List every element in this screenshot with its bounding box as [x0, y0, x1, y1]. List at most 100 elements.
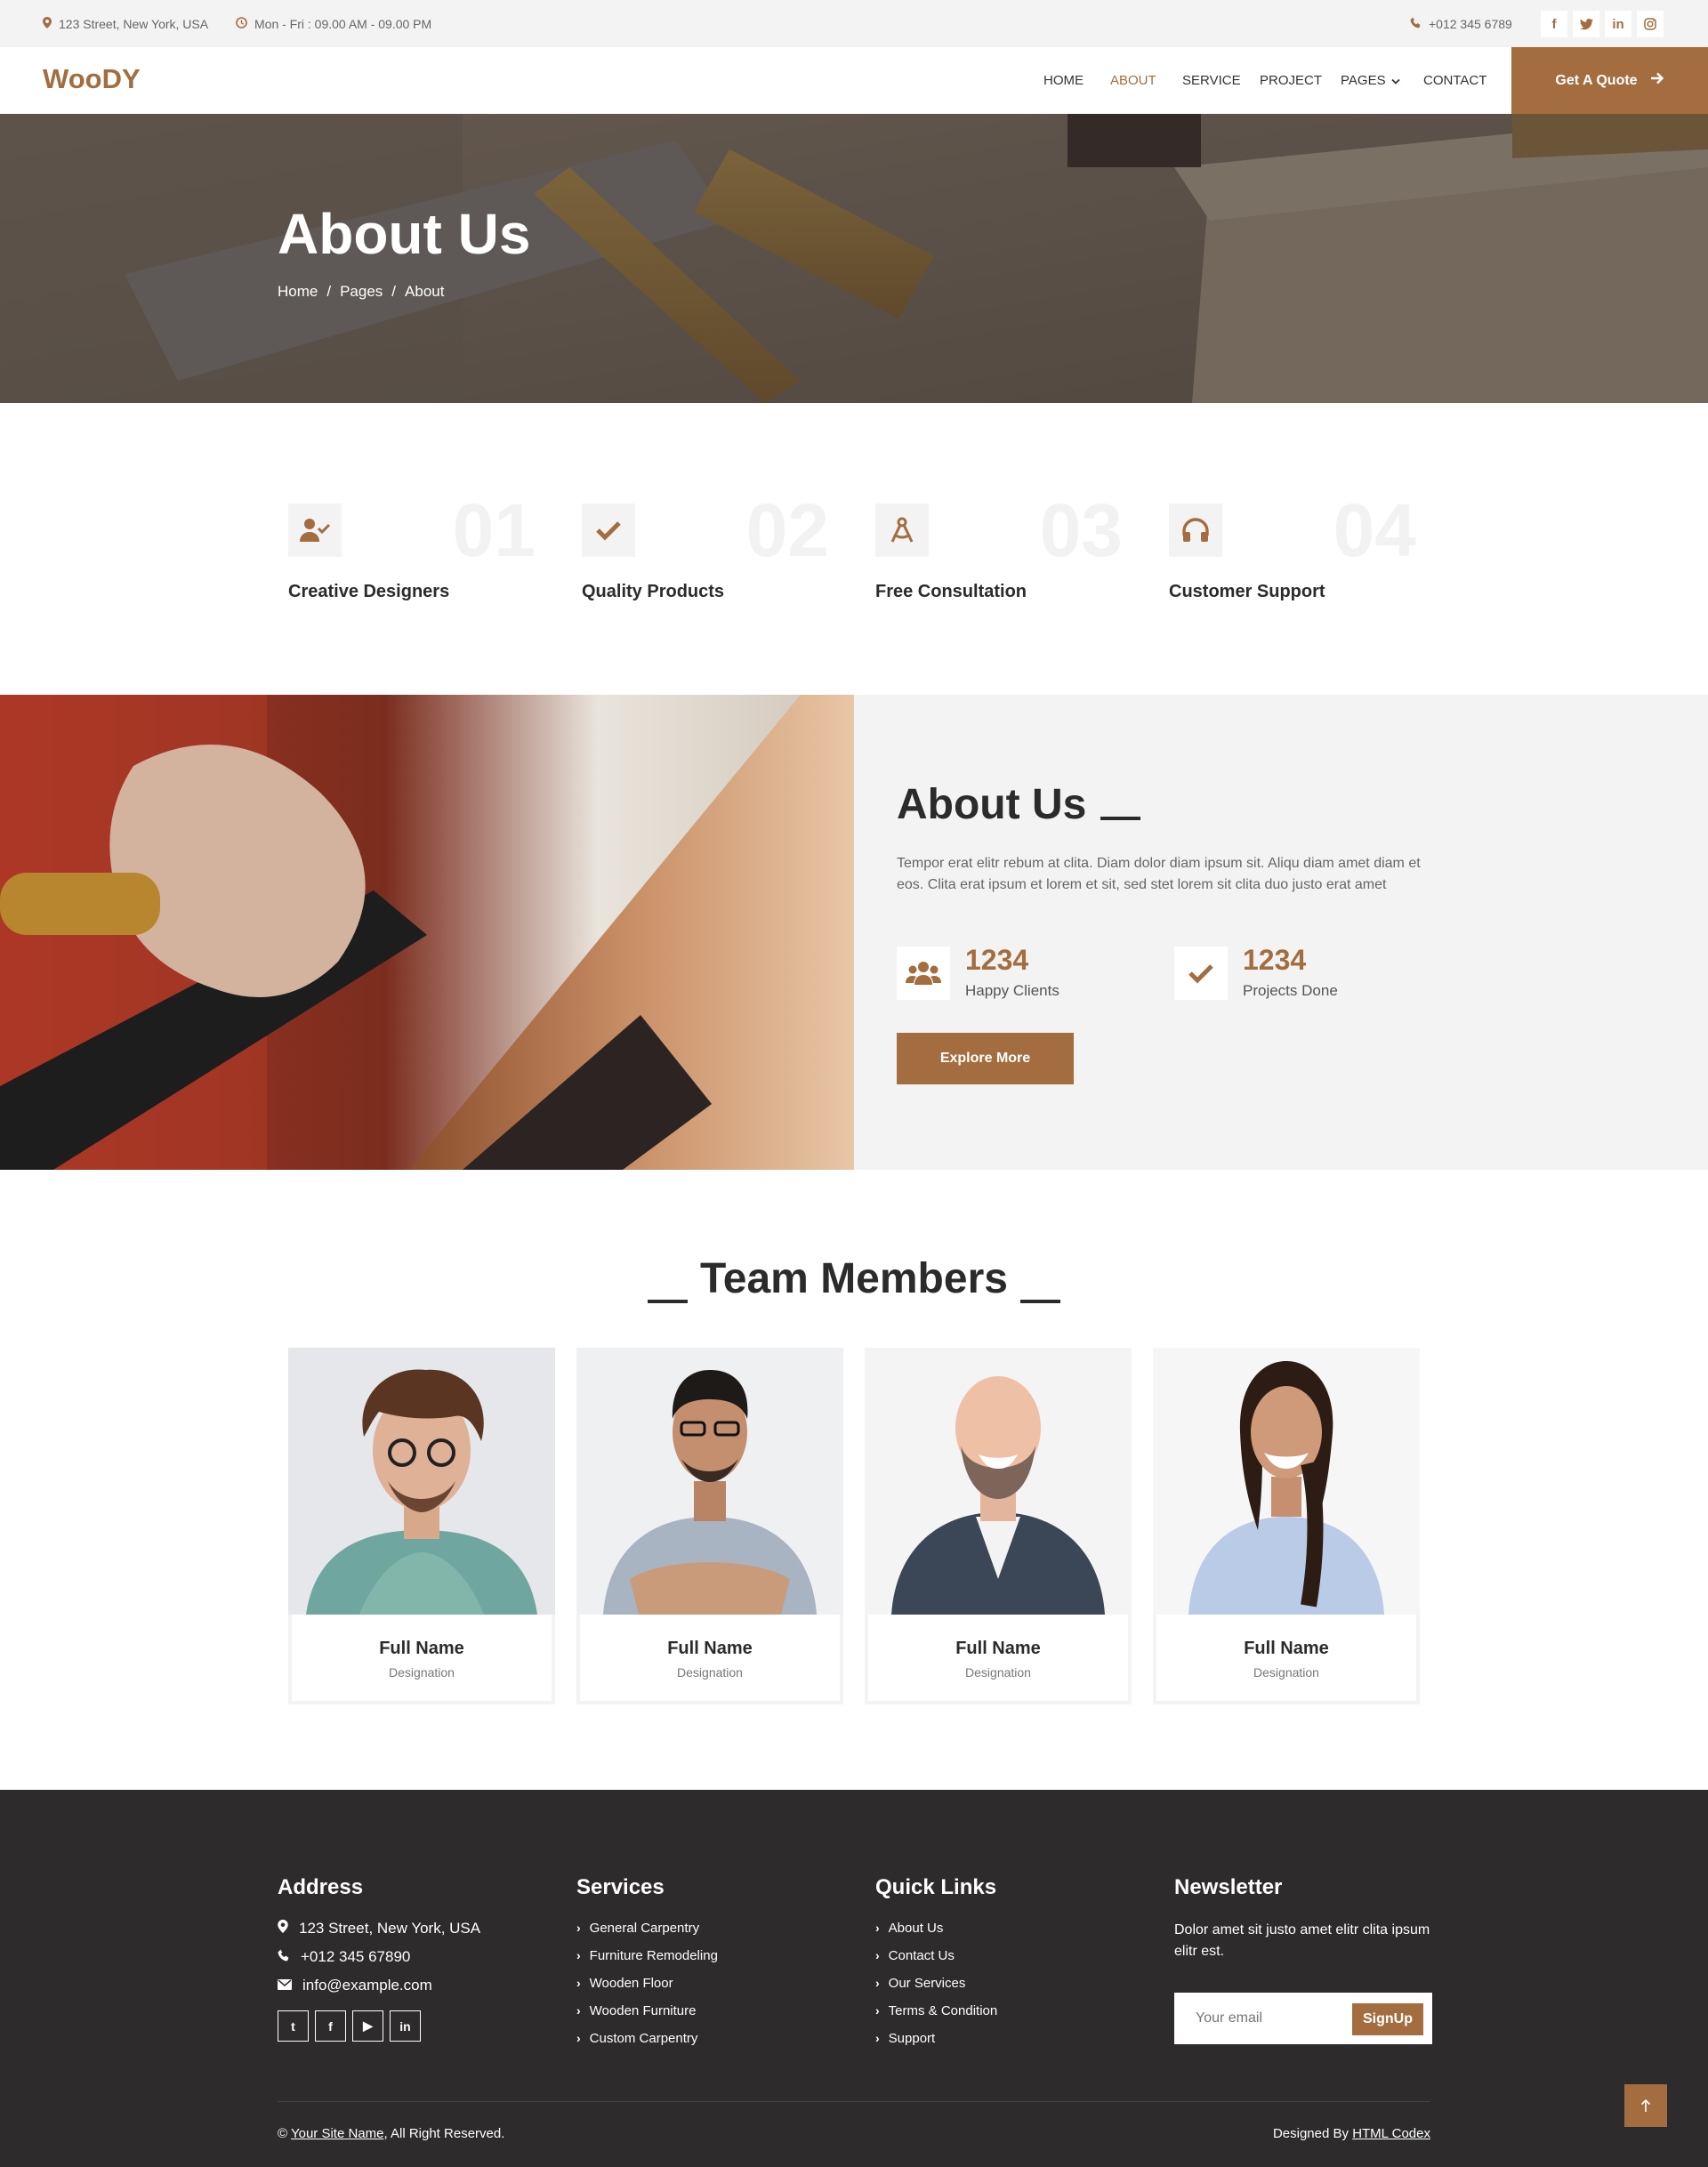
- newsletter-form: SignUp: [1174, 1993, 1432, 2044]
- feature-number: 02: [745, 488, 829, 572]
- team-member-photo: [288, 1348, 555, 1615]
- instagram-icon[interactable]: [1637, 11, 1664, 37]
- twitter-icon[interactable]: t: [278, 2010, 309, 2042]
- stat-number: 1234: [965, 944, 1029, 976]
- team-member-card[interactable]: Full Name Designation: [288, 1348, 555, 1704]
- chevron-right-icon: ›: [875, 1921, 880, 1935]
- facebook-icon[interactable]: f: [1541, 11, 1567, 37]
- nav-home[interactable]: HOME: [1043, 47, 1084, 114]
- chevron-right-icon: ›: [576, 2031, 581, 2045]
- footer-link[interactable]: › Terms & Condition: [875, 2002, 1142, 2018]
- linkedin-icon[interactable]: in: [390, 2010, 421, 2042]
- chevron-right-icon: ›: [875, 1948, 880, 1962]
- topbar-hours: Mon - Fri : 09.00 AM - 09.00 PM: [236, 0, 431, 47]
- footer-newsletter-column: Newsletter Dolor amet sit justo amet eli…: [1174, 1875, 1441, 2044]
- footer-email-text: info@example.com: [302, 1977, 432, 1994]
- feature-item: 04 Customer Support: [1169, 493, 1436, 610]
- arrow-up-icon: [1640, 2099, 1651, 2112]
- back-to-top-button[interactable]: [1624, 2084, 1667, 2127]
- chevron-right-icon: ›: [576, 1948, 581, 1962]
- arrow-right-icon: [1650, 72, 1664, 89]
- top-bar: 123 Street, New York, USA Mon - Fri : 09…: [0, 0, 1708, 47]
- chevron-right-icon: ›: [875, 2003, 880, 2018]
- breadcrumb: Home / Pages / About: [278, 283, 444, 301]
- nav-service[interactable]: SERVICE: [1182, 47, 1241, 114]
- team-member-designation: Designation: [965, 1665, 1031, 1680]
- footer: Address 123 Street, New York, USA +012 3…: [0, 1790, 1708, 2167]
- team-heading-text: Team Members: [700, 1255, 1008, 1302]
- team-member-info: Full Name Designation: [288, 1615, 555, 1704]
- site-logo[interactable]: WooDY: [43, 63, 141, 95]
- feature-title: Quality Products: [582, 582, 725, 601]
- breadcrumb-home[interactable]: Home: [278, 283, 318, 301]
- feature-number: 04: [1333, 488, 1416, 572]
- footer-link[interactable]: › Our Services: [875, 1975, 1142, 1991]
- user-check-icon: [288, 503, 342, 557]
- footer-link[interactable]: › Wooden Floor: [576, 1975, 843, 1991]
- team-member-info: Full Name Designation: [865, 1615, 1132, 1704]
- woodturning-photo: [0, 695, 854, 1170]
- facebook-icon[interactable]: f: [315, 2010, 346, 2042]
- nav-project[interactable]: PROJECT: [1260, 47, 1322, 114]
- footer-address: 123 Street, New York, USA: [278, 1920, 544, 1937]
- get-quote-button[interactable]: Get A Quote: [1511, 47, 1708, 114]
- footer-link[interactable]: › General Carpentry: [576, 1920, 843, 1936]
- nav-pages[interactable]: PAGES: [1341, 47, 1400, 114]
- team-member-name: Full Name: [1244, 1639, 1329, 1658]
- footer-social: t f ▶ in: [278, 2010, 544, 2042]
- about-image: [0, 695, 854, 1170]
- footer-heading: Address: [278, 1875, 364, 1899]
- topbar-phone[interactable]: +012 345 6789: [1410, 0, 1512, 47]
- chevron-right-icon: ›: [576, 2003, 581, 2018]
- designer-link[interactable]: HTML Codex: [1352, 2126, 1430, 2141]
- footer-link[interactable]: › Wooden Furniture: [576, 2002, 843, 2018]
- team-member-name: Full Name: [379, 1639, 464, 1658]
- footer-email[interactable]: info@example.com: [278, 1977, 544, 1994]
- twitter-icon[interactable]: [1573, 11, 1599, 37]
- footer-link[interactable]: › Support: [875, 2030, 1142, 2046]
- footer-link[interactable]: › About Us: [875, 1920, 1142, 1936]
- footer-heading: Quick Links: [875, 1875, 997, 1899]
- youtube-icon[interactable]: ▶: [352, 2010, 383, 2042]
- chevron-down-icon: [1390, 73, 1400, 88]
- feature-number: 03: [1039, 488, 1123, 572]
- breadcrumb-pages[interactable]: Pages: [340, 283, 383, 301]
- map-marker-icon: [43, 16, 52, 31]
- chevron-right-icon: ›: [576, 1921, 581, 1935]
- feature-title: Customer Support: [1169, 582, 1325, 601]
- navbar: WooDY HOME ABOUT SERVICE PROJECT PAGES C…: [0, 47, 1708, 114]
- feature-title: Free Consultation: [875, 582, 1027, 601]
- explore-more-button[interactable]: Explore More: [897, 1033, 1074, 1084]
- about-description: Tempor erat elitr rebum at clita. Diam d…: [897, 856, 1421, 892]
- about-section: About Us Tempor erat elitr rebum at clit…: [854, 695, 1708, 1170]
- designer-credit: Designed By HTML Codex: [1272, 2126, 1430, 2141]
- nav-about[interactable]: ABOUT: [1110, 47, 1156, 114]
- check-icon: [1174, 947, 1228, 1000]
- team-member-card[interactable]: Full Name Designation: [576, 1348, 843, 1704]
- nav-contact[interactable]: CONTACT: [1423, 47, 1486, 114]
- team-member-photo: [1153, 1348, 1420, 1615]
- footer-phone[interactable]: +012 345 67890: [278, 1948, 544, 1966]
- footer-quick-links-column: Quick Links › About Us › Contact Us › Our S…: [875, 1875, 1142, 2058]
- footer-address-text: 123 Street, New York, USA: [299, 1920, 481, 1937]
- page-title: About Us: [278, 202, 531, 266]
- team-member-card[interactable]: Full Name Designation: [1153, 1348, 1420, 1704]
- team-member-card[interactable]: Full Name Designation: [865, 1348, 1132, 1704]
- linkedin-icon[interactable]: in: [1605, 11, 1631, 37]
- map-marker-icon: [278, 1920, 288, 1937]
- team-heading: Team Members: [0, 1254, 1708, 1303]
- newsletter-email-input[interactable]: [1174, 1993, 1352, 2044]
- users-icon: [897, 947, 950, 1000]
- site-name-link[interactable]: Your Site Name: [291, 2126, 384, 2141]
- feature-number: 01: [452, 488, 536, 572]
- footer-link[interactable]: › Contact Us: [875, 1947, 1142, 1963]
- breadcrumb-separator: /: [326, 283, 332, 300]
- team-member-info: Full Name Designation: [1153, 1615, 1420, 1704]
- team-member-photo: [576, 1348, 843, 1615]
- envelope-icon: [278, 1977, 292, 1994]
- footer-link[interactable]: › Furniture Remodeling: [576, 1947, 843, 1963]
- signup-button[interactable]: SignUp: [1352, 2003, 1423, 2035]
- footer-link[interactable]: › Custom Carpentry: [576, 2030, 843, 2046]
- feature-title: Creative Designers: [288, 582, 450, 601]
- chevron-right-icon: ›: [576, 1976, 581, 1990]
